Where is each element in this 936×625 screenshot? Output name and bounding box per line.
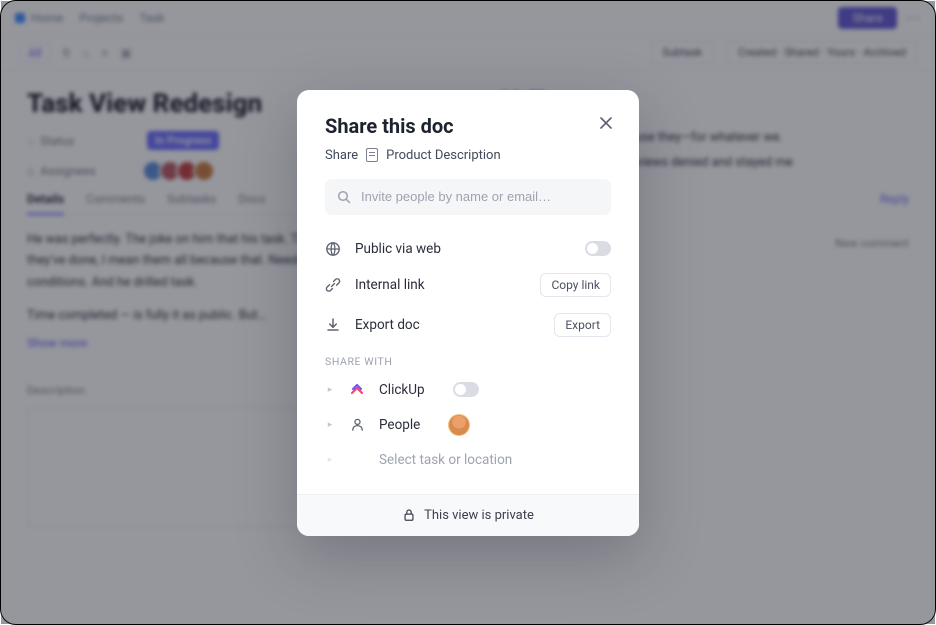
doc-name: Product Description [386,148,501,163]
expand-icon[interactable]: ▸ [325,385,335,395]
close-icon [600,117,612,129]
export-row: Export doc Export [325,305,611,345]
share-people-label: People [379,417,420,433]
select-location-row[interactable]: ▸ Select task or location [325,444,611,476]
public-web-row: Public via web [325,233,611,265]
select-location-placeholder: Select task or location [379,452,512,468]
download-icon [325,317,341,333]
share-clickup-toggle[interactable] [453,382,479,397]
modal-footer: This view is private [297,494,639,536]
globe-icon [325,241,341,257]
export-button[interactable]: Export [554,313,611,337]
public-web-toggle[interactable] [585,241,611,256]
doc-icon [366,148,378,162]
lock-icon [402,508,416,522]
person-icon [349,417,365,433]
share-clickup-label: ClickUp [379,382,425,398]
share-modal: Share this doc Share Product Description… [297,90,639,536]
footer-text: This view is private [424,508,534,523]
share-with-heading: SHARE WITH [325,355,611,368]
internal-link-label: Internal link [355,277,425,293]
invite-search[interactable] [325,179,611,215]
close-button[interactable] [595,112,617,134]
invite-input[interactable] [361,189,599,204]
public-web-label: Public via web [355,241,441,257]
share-people-row[interactable]: ▸ People [325,406,611,444]
expand-icon[interactable]: ▸ [325,420,335,430]
expand-icon: ▸ [325,455,335,465]
person-avatar[interactable] [448,414,470,436]
share-prefix: Share [325,148,358,163]
export-label: Export doc [355,317,420,333]
copy-link-button[interactable]: Copy link [540,273,611,297]
modal-subtitle: Share Product Description [325,148,611,163]
modal-title: Share this doc [325,114,611,138]
share-clickup-row[interactable]: ▸ ClickUp [325,374,611,406]
clickup-icon [349,382,365,398]
search-icon [337,190,351,204]
internal-link-row: Internal link Copy link [325,265,611,305]
link-icon [325,277,341,293]
